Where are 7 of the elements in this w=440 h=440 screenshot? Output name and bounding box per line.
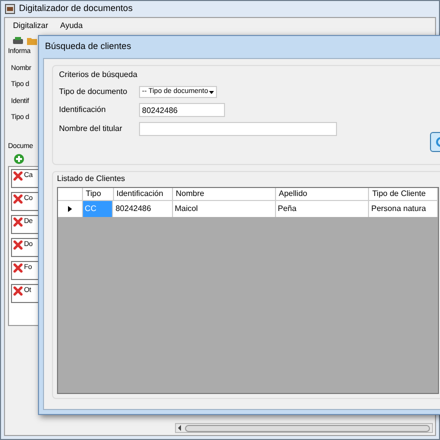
window-title: Digitalizador de documentos (19, 2, 133, 16)
field-label: Tipo de documento (59, 86, 128, 98)
field-label: Identificación (59, 104, 107, 116)
group-title: Listado de Clientes (57, 173, 126, 185)
group-title: Criterios de búsqueda (59, 69, 138, 81)
field-label: Nombre del titular (59, 123, 124, 135)
dialog-title: Búsqueda de clientes (45, 40, 132, 54)
